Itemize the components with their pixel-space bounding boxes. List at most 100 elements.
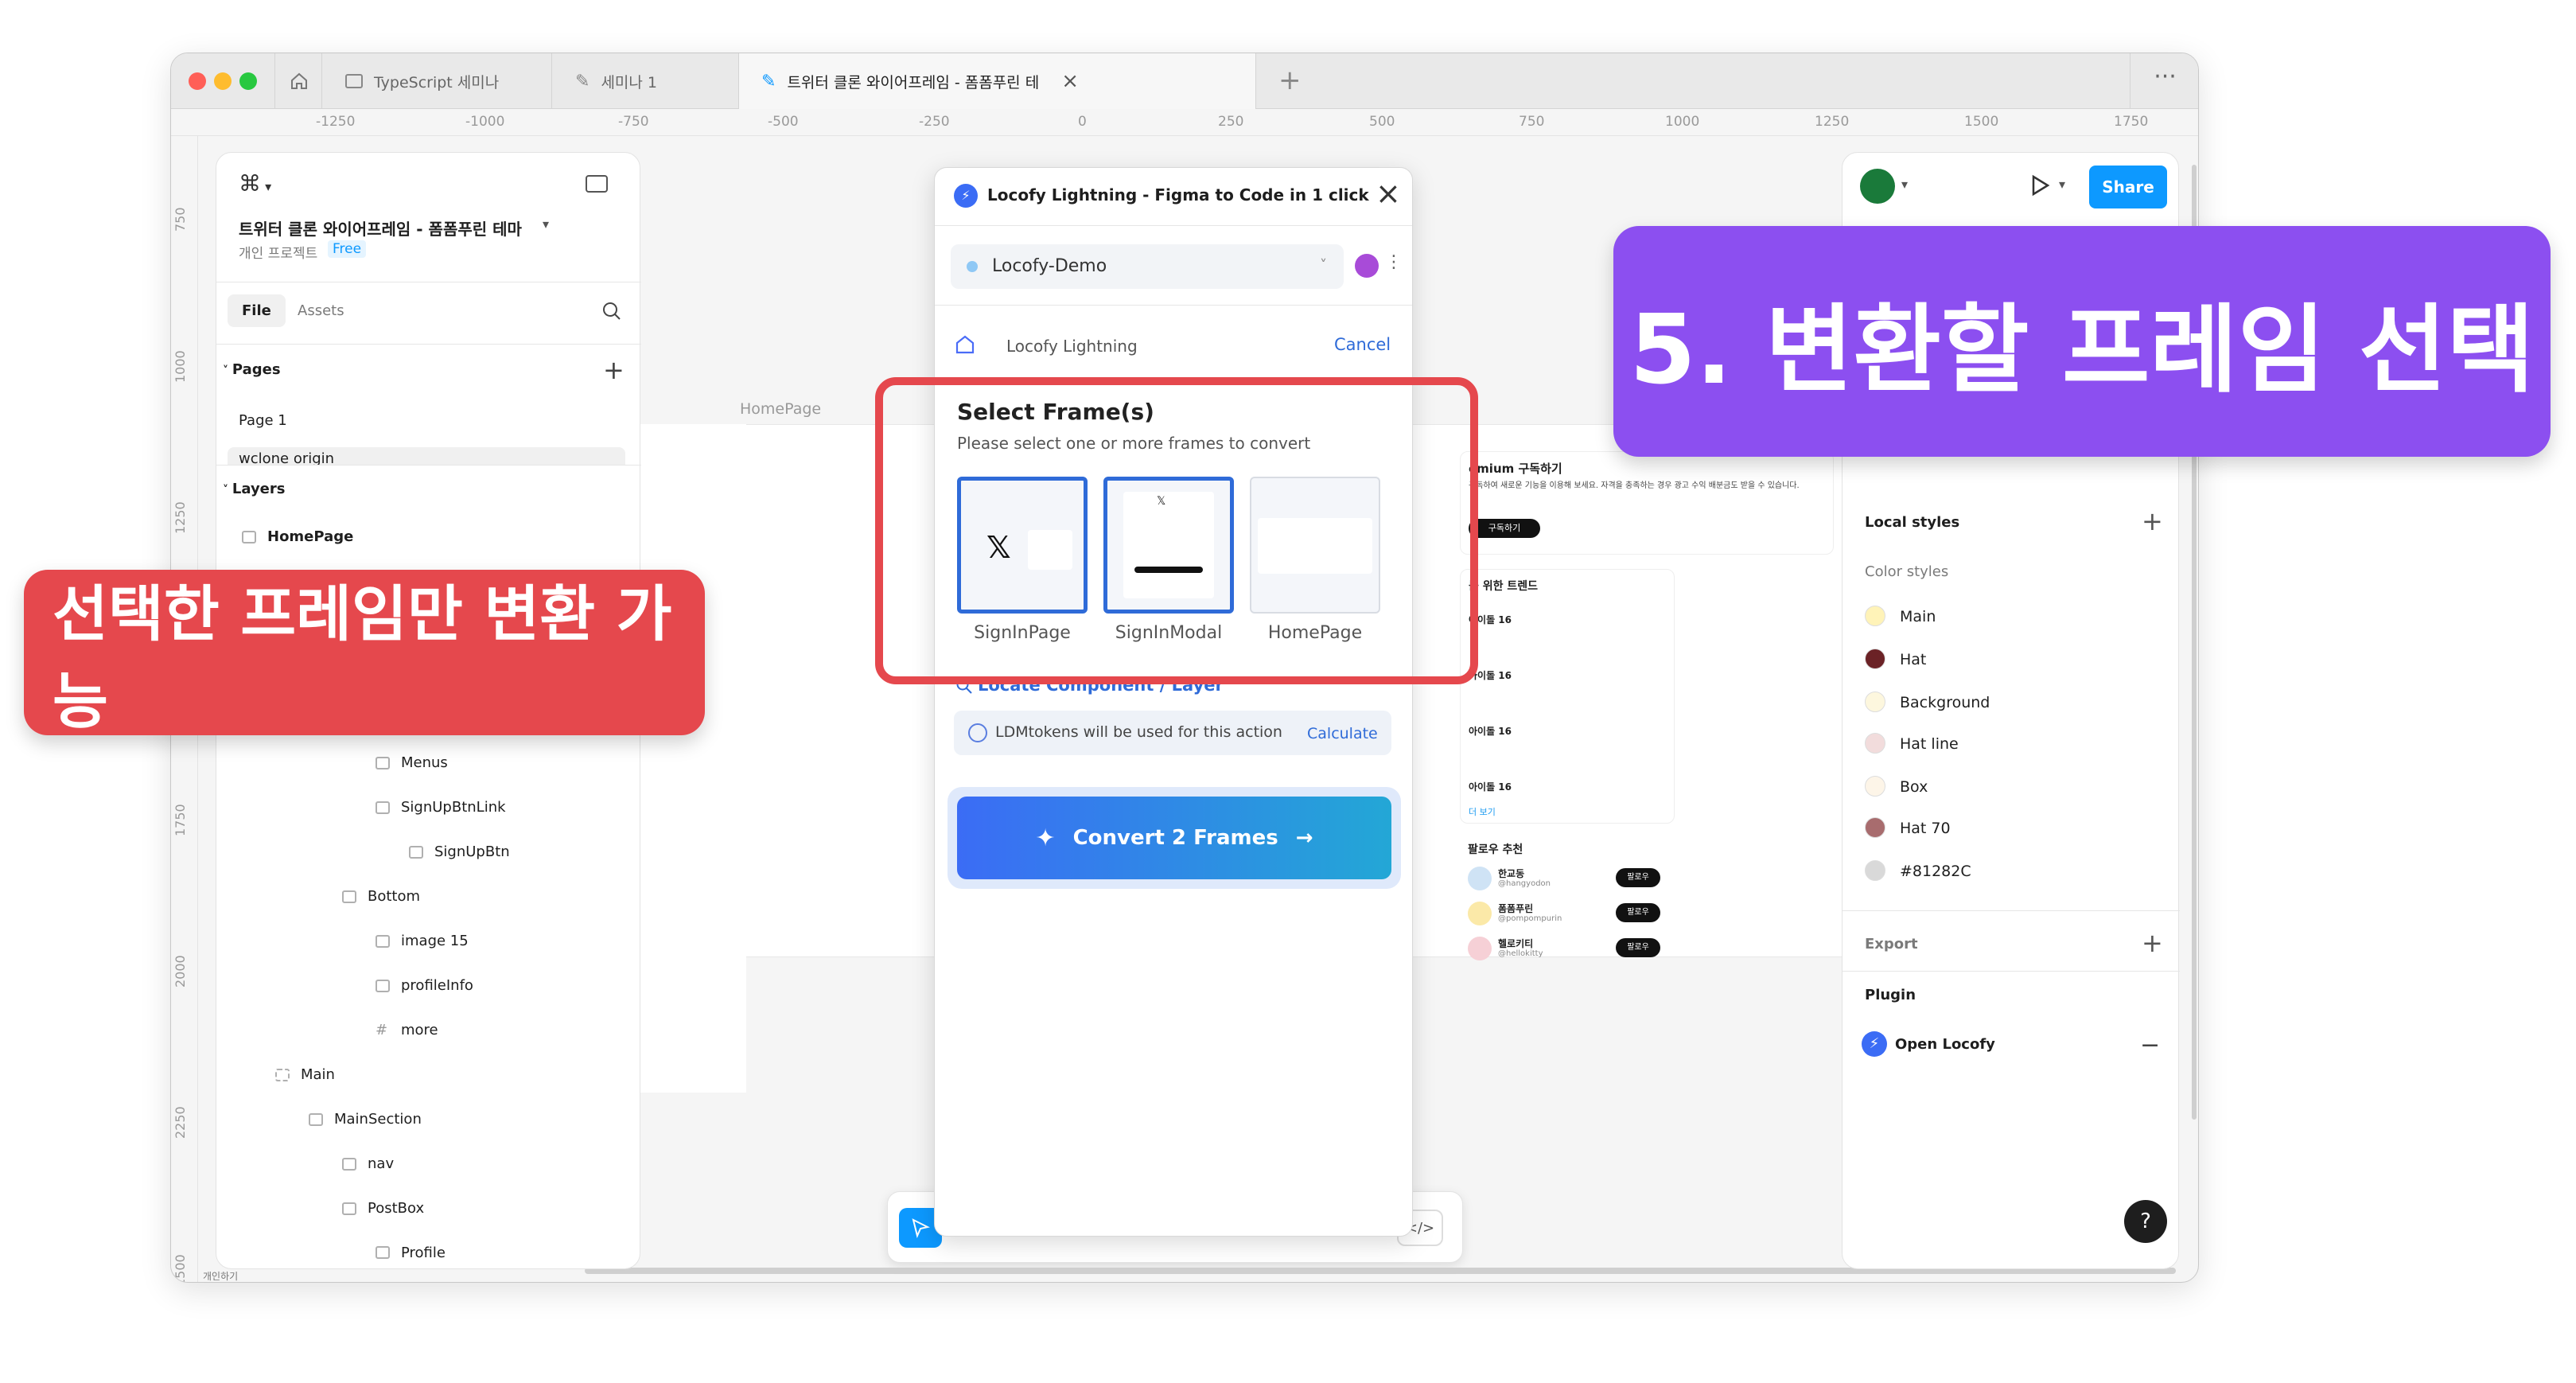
add-export-icon[interactable]: +	[2142, 928, 2163, 958]
layer-signupbtn[interactable]: SignUpBtn	[409, 843, 510, 860]
home-tab[interactable]	[274, 53, 322, 109]
divider	[216, 344, 641, 345]
layer-main[interactable]: Main	[275, 1066, 335, 1083]
convert-frames-button[interactable]: ✦ Convert 2 Frames →	[957, 797, 1391, 879]
locofy-icon: ⚡	[1862, 1031, 1887, 1057]
annotation-callout-purple: 5. 변환할 프레임 선택	[1613, 226, 2551, 457]
project-select[interactable]: Locofy-Demo ˅	[951, 244, 1344, 289]
layer-profile[interactable]: Profile	[376, 1245, 446, 1260]
layers-section-title[interactable]: ˅ Layers	[223, 481, 285, 497]
breadcrumb: Locofy Lightning	[1006, 337, 1138, 356]
sparkle-icon: ✦	[1035, 824, 1056, 852]
color-swatch	[1865, 733, 1885, 754]
footer-text: 개인하기	[203, 1271, 239, 1282]
homepage-right-column: emium 구독하기 구독하여 새로운 기능을 이용해 보세요. 자격을 충족하…	[1460, 435, 1834, 960]
pages-section-title[interactable]: ˅ Pages	[223, 361, 281, 378]
frame-icon	[409, 845, 423, 859]
frame-icon	[376, 801, 390, 814]
follow-button[interactable]: 팔로우	[1616, 903, 1660, 922]
layer-more[interactable]: # more	[376, 1022, 438, 1038]
plugin-title: Plugin	[1865, 987, 1916, 1003]
sidebar-toggle-icon[interactable]	[586, 175, 608, 193]
layer-menus[interactable]: Menus	[376, 754, 448, 771]
layer-signupbtnlink[interactable]: SignUpBtnLink	[376, 799, 506, 816]
color-style-item[interactable]: #81282C	[1865, 860, 1971, 881]
chevron-down-icon[interactable]: ▾	[2059, 177, 2065, 192]
canvas-frame-label: HomePage	[740, 400, 822, 418]
tab-file[interactable]: File	[228, 294, 286, 327]
premium-card: emium 구독하기 구독하여 새로운 기능을 이용해 보세요. 자격을 충족하…	[1460, 451, 1834, 555]
color-styles-title: Color styles	[1865, 563, 1949, 580]
remove-plugin-icon[interactable]: −	[2140, 1031, 2160, 1059]
locofy-icon: ⚡	[954, 184, 978, 208]
project-sub: 개인 프로젝트	[239, 246, 318, 262]
color-style-item[interactable]: Main	[1865, 606, 1936, 626]
layer-profileinfo[interactable]: profileInfo	[376, 977, 473, 994]
cancel-link[interactable]: Cancel	[1334, 335, 1391, 354]
home-icon	[291, 72, 307, 89]
more-options-icon[interactable]: ⋮	[1385, 252, 1403, 272]
home-icon[interactable]	[954, 333, 976, 356]
cursor-icon	[912, 1218, 930, 1238]
chevron-down-icon[interactable]: ▾	[543, 216, 549, 232]
minimize-window-button[interactable]	[214, 72, 232, 90]
page-item[interactable]: Page 1	[239, 412, 287, 429]
follow-button[interactable]: 팔로우	[1616, 868, 1660, 887]
frame-icon	[242, 530, 256, 543]
plugin-title: Locofy Lightning - Figma to Code in 1 cl…	[987, 185, 1369, 205]
frame-icon	[376, 979, 390, 992]
locofy-plugin-window: ⚡ Locofy Lightning - Figma to Code in 1 …	[934, 167, 1413, 1237]
layer-homepage[interactable]: HomePage	[242, 528, 353, 545]
color-swatch	[1865, 606, 1885, 626]
close-tab-icon[interactable]: ×	[1061, 69, 1079, 93]
color-style-item[interactable]: Background	[1865, 692, 1990, 712]
open-plugin-label[interactable]: Open Locofy	[1895, 1036, 1995, 1053]
chat-icon	[345, 74, 363, 88]
token-icon	[968, 723, 987, 742]
maximize-window-button[interactable]	[239, 72, 257, 90]
close-window-button[interactable]	[189, 72, 206, 90]
divider	[1843, 971, 2180, 972]
avatar	[1468, 867, 1492, 890]
image-icon	[376, 934, 390, 948]
new-tab-icon[interactable]: +	[1278, 64, 1302, 96]
project-title[interactable]: 트위터 클론 와이어프레임 - 폼폼푸린 테마	[239, 216, 522, 240]
tab-seminar[interactable]: ✎ 세미나 1	[553, 53, 739, 109]
chevron-down-icon: ˅	[223, 364, 232, 377]
follow-card: 팔로우 추천 한교동 @hangyodon 팔로우 폼폼푸린 @pompompu…	[1460, 833, 1675, 960]
tab-assets[interactable]: Assets	[298, 302, 344, 319]
close-icon[interactable]: ×	[1376, 176, 1401, 211]
avatar[interactable]	[1860, 169, 1895, 204]
more-options-icon[interactable]: ···	[2130, 53, 2198, 109]
layer-bottom[interactable]: Bottom	[342, 888, 420, 905]
chevron-down-icon[interactable]: ▾	[1901, 177, 1908, 192]
color-swatch	[1865, 649, 1885, 669]
frame-icon	[342, 1157, 356, 1171]
tab-twitter-clone[interactable]: ✎ 트위터 클론 와이어프레임 - 폼폼푸린 테 ×	[739, 53, 1256, 109]
page-item-selected[interactable]: wclone origin	[228, 447, 625, 465]
help-button[interactable]: ?	[2124, 1200, 2167, 1243]
color-style-item[interactable]: Box	[1865, 776, 1928, 797]
play-icon[interactable]	[2029, 173, 2051, 197]
layer-nav[interactable]: nav	[342, 1155, 394, 1172]
search-icon[interactable]	[601, 301, 622, 321]
color-style-item[interactable]: Hat	[1865, 649, 1926, 669]
layer-mainsection[interactable]: MainSection	[309, 1111, 422, 1128]
layer-image15[interactable]: image 15	[376, 933, 469, 949]
figma-menu-icon[interactable]: ⌘ ▾	[239, 170, 271, 197]
annotation-callout-red: 선택한 프레임만 변환 가능	[24, 570, 705, 737]
add-page-icon[interactable]: +	[603, 355, 625, 385]
tokens-note: LDMtokens will be used for this action C…	[954, 711, 1391, 755]
follow-button[interactable]: 팔로우	[1616, 938, 1660, 957]
color-style-item[interactable]: Hat 70	[1865, 817, 1951, 838]
calculate-link[interactable]: Calculate	[1307, 725, 1378, 742]
avatar[interactable]	[1355, 254, 1379, 278]
share-button[interactable]: Share	[2089, 166, 2167, 208]
tab-typescript[interactable]: TypeScript 세미나	[323, 53, 552, 109]
frame-icon	[342, 1202, 356, 1215]
layer-postbox[interactable]: PostBox	[342, 1200, 424, 1217]
color-style-item[interactable]: Hat line	[1865, 733, 1959, 754]
add-style-icon[interactable]: +	[2142, 506, 2163, 536]
frame-icon	[309, 1112, 323, 1126]
premium-button[interactable]: 구독하기	[1469, 519, 1540, 538]
